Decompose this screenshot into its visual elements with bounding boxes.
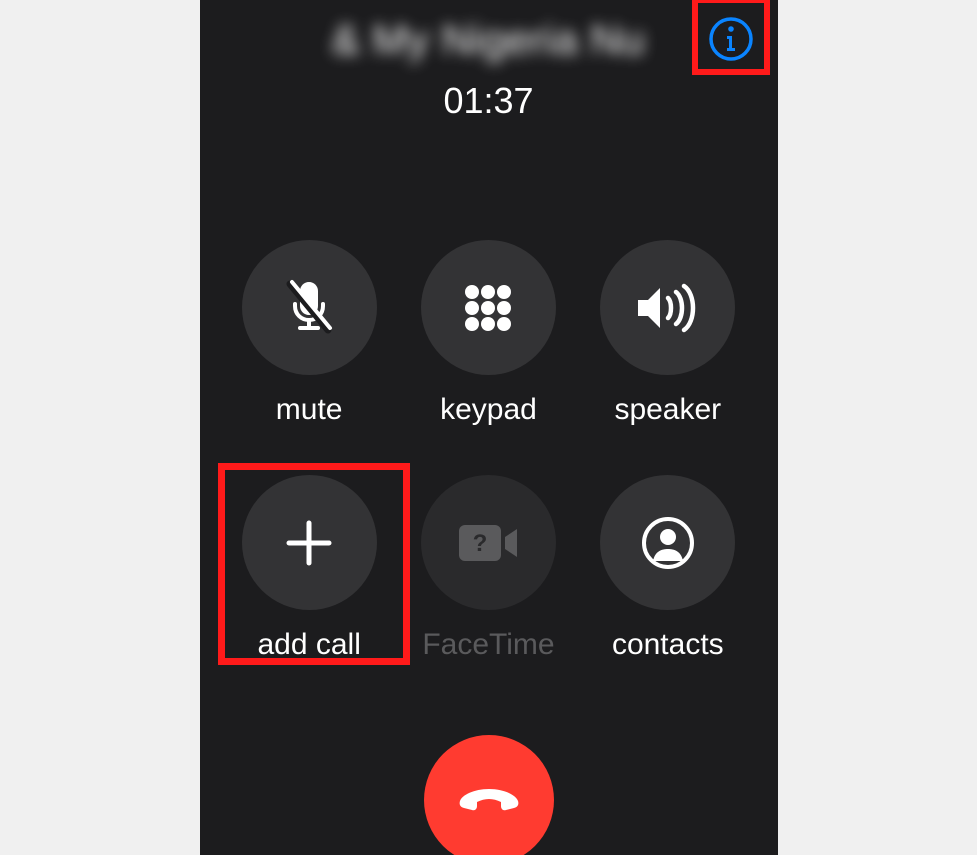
call-screen: & My Nigeria Nu 01:37 mute: [200, 0, 778, 855]
add-call-button[interactable]: add call: [242, 475, 377, 662]
end-call-container: [424, 735, 554, 855]
facetime-label: FaceTime: [422, 628, 554, 662]
end-call-button[interactable]: [424, 735, 554, 855]
speaker-button[interactable]: speaker: [600, 240, 735, 427]
mute-icon: [280, 276, 338, 340]
add-call-label: add call: [257, 628, 360, 662]
call-duration: 01:37: [200, 80, 778, 122]
keypad-button[interactable]: keypad: [421, 240, 556, 427]
speaker-label: speaker: [614, 393, 721, 427]
speaker-icon: [634, 280, 702, 336]
call-header: & My Nigeria Nu 01:37: [200, 0, 778, 122]
phone-down-icon: [454, 785, 524, 815]
svg-text:?: ?: [473, 530, 488, 557]
speaker-circle: [600, 240, 735, 375]
contacts-icon: [640, 515, 696, 571]
mute-label: mute: [276, 393, 343, 427]
caller-name: & My Nigeria Nu: [200, 16, 778, 64]
contacts-button[interactable]: contacts: [600, 475, 735, 662]
plus-icon: [281, 515, 337, 571]
contacts-circle: [600, 475, 735, 610]
add-call-circle: [242, 475, 377, 610]
contacts-label: contacts: [612, 628, 724, 662]
controls-grid: mute keypad: [200, 240, 778, 662]
keypad-circle: [421, 240, 556, 375]
keypad-label: keypad: [440, 393, 537, 427]
facetime-icon: ?: [455, 519, 521, 567]
facetime-button[interactable]: ? FaceTime: [421, 475, 556, 662]
facetime-circle: ?: [421, 475, 556, 610]
mute-circle: [242, 240, 377, 375]
keypad-icon: [460, 280, 516, 336]
mute-button[interactable]: mute: [242, 240, 377, 427]
